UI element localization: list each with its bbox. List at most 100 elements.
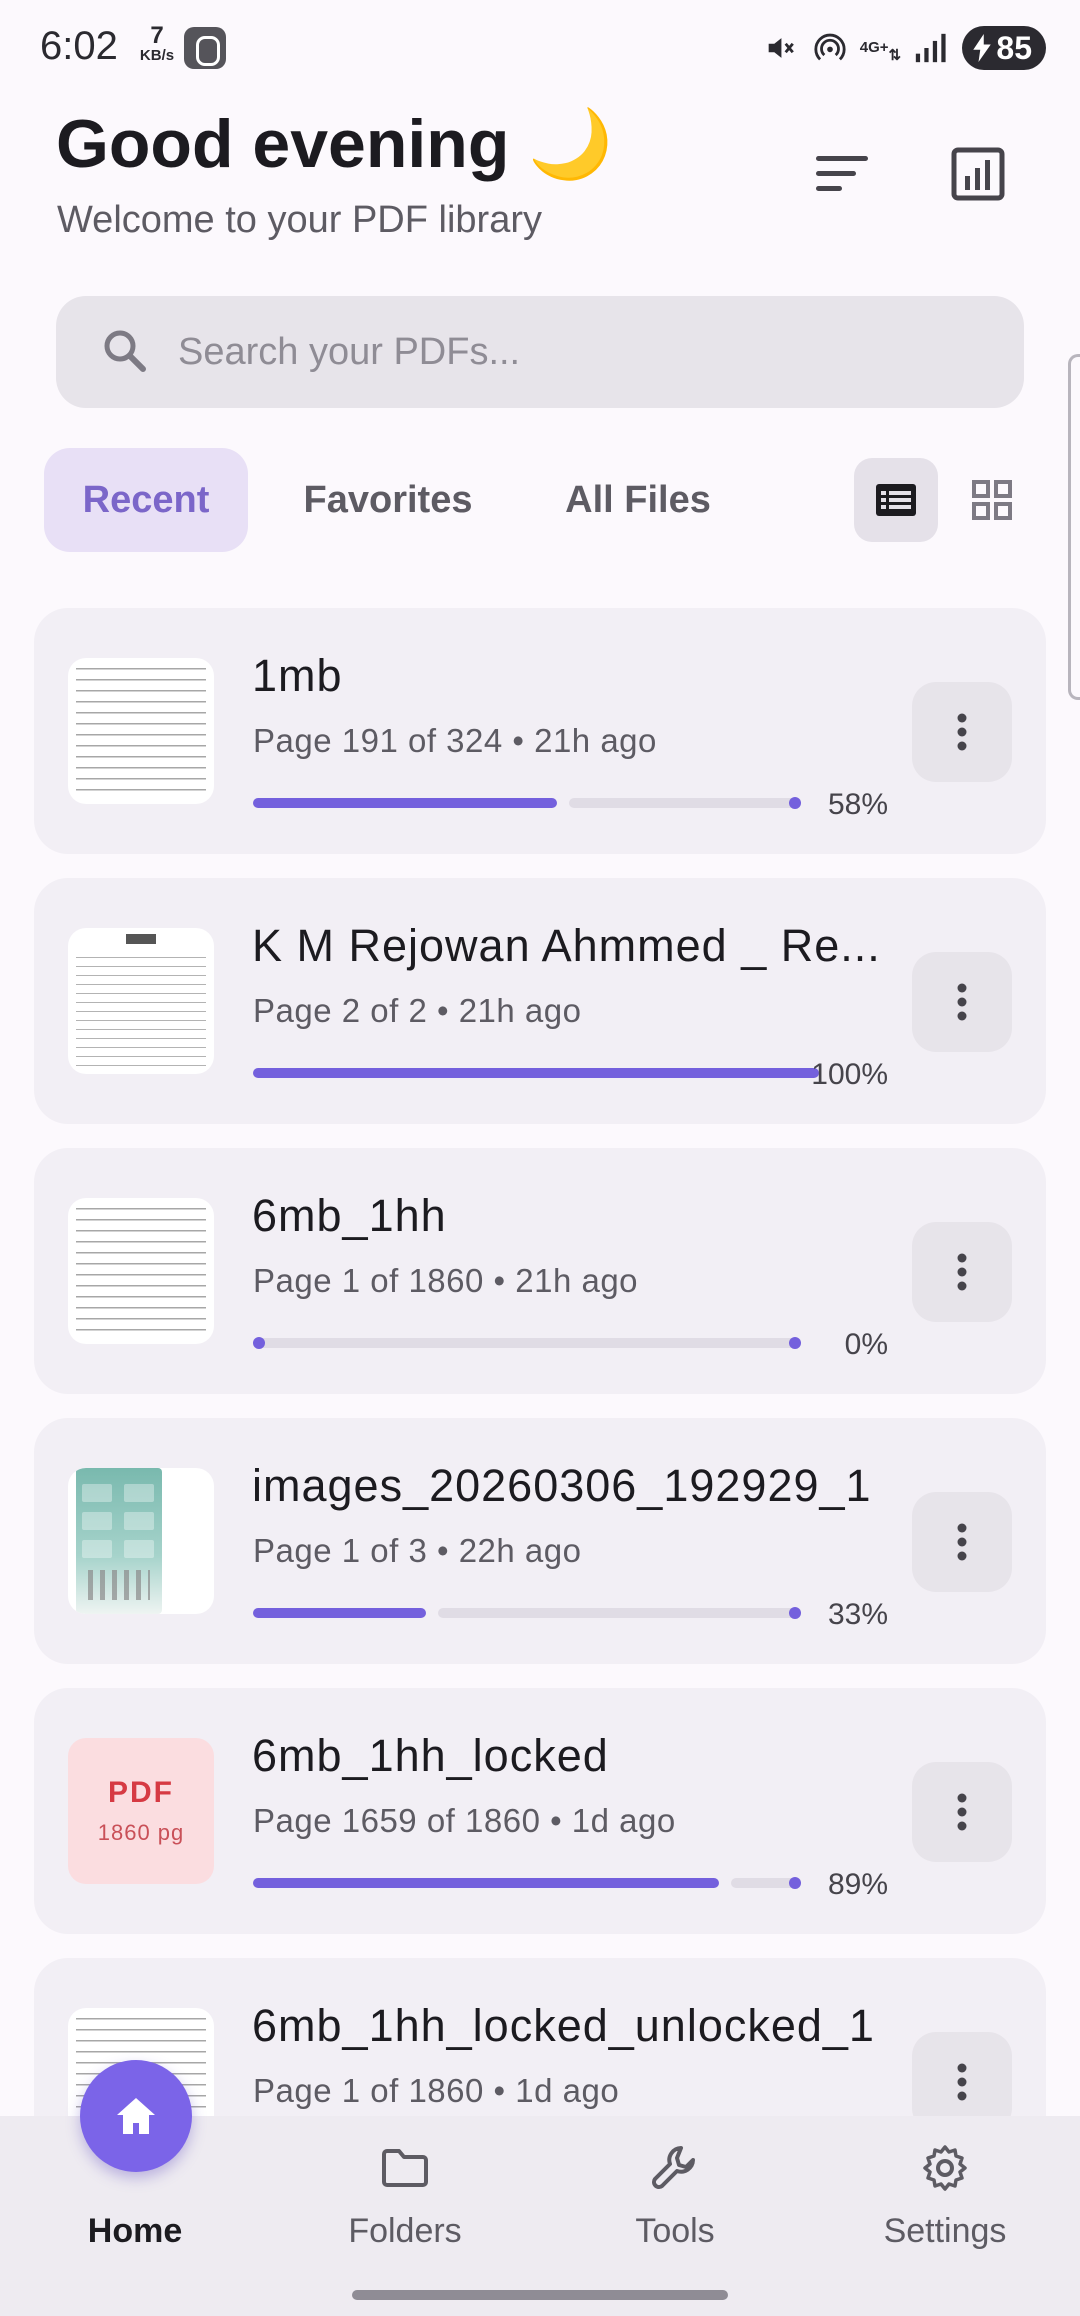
reading-progress-bar (253, 1877, 801, 1889)
file-title: images_20260306_192929_1 (252, 1460, 872, 1511)
file-options-button[interactable] (912, 1492, 1012, 1592)
bar-chart-icon (951, 147, 1005, 201)
scrollbar-thumb[interactable] (1068, 354, 1080, 700)
file-title: 6mb_1hh_locked (252, 1730, 609, 1781)
file-meta: Page 1 of 1860 • 21h ago (253, 1262, 639, 1299)
greeting-title: Good evening 🌙 (56, 106, 613, 182)
wrench-icon (643, 2136, 707, 2200)
more-vert-icon (957, 2063, 967, 2101)
pdf-page-count: 1860 pg (97, 1820, 185, 1845)
sort-icon (816, 156, 868, 191)
file-title: 6mb_1hh_locked_unlocked_1 (252, 2000, 875, 2051)
reading-progress-bar (253, 797, 801, 809)
grid-view-icon (972, 480, 1012, 520)
nav-settings-label: Settings (883, 2212, 1007, 2250)
reading-progress-percent: 0% (844, 1328, 888, 1361)
app-notification-icon (184, 27, 226, 69)
file-card[interactable]: K M Rejowan Ahmmed _ Re... Page 2 of 2 •… (34, 878, 1046, 1124)
search-input[interactable] (178, 296, 998, 408)
battery-level: 85 (996, 29, 1032, 66)
progress-remaining (569, 798, 801, 808)
home-icon (117, 2098, 155, 2134)
reading-progress-percent: 58% (827, 788, 888, 821)
nav-tools[interactable]: Tools (540, 2116, 810, 2316)
progress-end-dot (789, 797, 801, 809)
file-card[interactable]: 6mb_1hh Page 1 of 1860 • 21h ago 0% (34, 1148, 1046, 1394)
mute-icon (762, 30, 798, 66)
search-bar[interactable] (56, 296, 1024, 408)
progress-fill (253, 1878, 719, 1888)
status-time: 6:02 (40, 24, 118, 68)
reading-progress-percent: 33% (827, 1598, 888, 1631)
progress-remaining (253, 1338, 801, 1348)
network-speed-unit: KB/s (139, 47, 175, 64)
tab-recent[interactable]: Recent (44, 448, 248, 552)
more-vert-icon (957, 1253, 967, 1291)
file-options-button[interactable] (912, 952, 1012, 1052)
more-vert-icon (957, 983, 967, 1021)
file-meta: Page 1 of 3 • 22h ago (253, 1532, 582, 1569)
progress-end-dot (789, 1607, 801, 1619)
file-card[interactable]: PDF 1860 pg 6mb_1hh_locked Page 1659 of … (34, 1688, 1046, 1934)
file-options-button[interactable] (912, 1222, 1012, 1322)
file-card[interactable]: images_20260306_192929_1 Page 1 of 3 • 2… (34, 1418, 1046, 1664)
tab-all-files[interactable]: All Files (540, 448, 736, 552)
reading-progress-bar (253, 1337, 801, 1349)
file-options-button[interactable] (912, 682, 1012, 782)
reading-progress-bar (253, 1607, 801, 1619)
hotspot-icon (812, 30, 848, 66)
sort-button[interactable] (806, 138, 878, 210)
progress-end-dot (789, 1337, 801, 1349)
grid-view-button[interactable] (950, 458, 1034, 542)
progress-end-dot (789, 1877, 801, 1889)
search-icon (100, 326, 150, 381)
folder-icon (373, 2136, 437, 2200)
file-title: 1mb (252, 650, 343, 701)
pdf-placeholder-thumbnail: PDF 1860 pg (68, 1738, 214, 1884)
file-thumbnail (68, 1198, 214, 1344)
file-card[interactable]: 1mb Page 191 of 324 • 21h ago 58% (34, 608, 1046, 854)
status-bar: 6:02 7 KB/s 4G+ ⇅ 85 (0, 0, 1080, 96)
pdf-tag: PDF (108, 1776, 174, 1809)
nav-home-label: Home (87, 2212, 183, 2250)
progress-fill (253, 1608, 426, 1618)
file-thumbnail (68, 928, 214, 1074)
reading-progress-percent: 89% (827, 1868, 888, 1901)
progress-fill (253, 1068, 819, 1078)
gear-icon (913, 2136, 977, 2200)
network-type-label: 4G+ (859, 39, 889, 56)
status-icons: 4G+ ⇅ 85 (762, 24, 1046, 72)
battery-indicator: 85 (962, 26, 1046, 70)
file-meta: Page 1 of 1860 • 1d ago (253, 2072, 620, 2109)
network-speed-value: 7 (150, 22, 164, 49)
network-type: 4G+ ⇅ (859, 39, 902, 64)
charging-icon (973, 34, 992, 62)
file-meta: Page 191 of 324 • 21h ago (253, 722, 657, 759)
tab-favorites[interactable]: Favorites (278, 448, 498, 552)
signal-icon (912, 30, 948, 66)
file-thumbnail (68, 658, 214, 804)
more-vert-icon (957, 713, 967, 751)
nav-folders-label: Folders (348, 2212, 462, 2250)
file-thumbnail (68, 1468, 214, 1614)
nav-folders[interactable]: Folders (270, 2116, 540, 2316)
progress-start-dot (253, 1337, 265, 1349)
more-vert-icon (957, 1523, 967, 1561)
file-title: 6mb_1hh (252, 1190, 447, 1241)
nav-tools-label: Tools (635, 2212, 715, 2250)
more-vert-icon (957, 1793, 967, 1831)
gesture-bar[interactable] (352, 2290, 728, 2300)
home-fab-button[interactable] (80, 2060, 192, 2172)
list-view-button[interactable] (854, 458, 938, 542)
nav-settings[interactable]: Settings (810, 2116, 1080, 2316)
greeting-subtitle: Welcome to your PDF library (57, 199, 542, 241)
progress-remaining (438, 1608, 801, 1618)
progress-fill (253, 798, 557, 808)
network-speed: 7 KB/s (134, 22, 180, 66)
file-title: K M Rejowan Ahmmed _ Re... (252, 920, 881, 971)
file-meta: Page 2 of 2 • 21h ago (253, 992, 582, 1029)
list-view-icon (876, 484, 916, 516)
reading-progress-bar (253, 1068, 819, 1078)
stats-button[interactable] (942, 138, 1014, 210)
file-options-button[interactable] (912, 1762, 1012, 1862)
